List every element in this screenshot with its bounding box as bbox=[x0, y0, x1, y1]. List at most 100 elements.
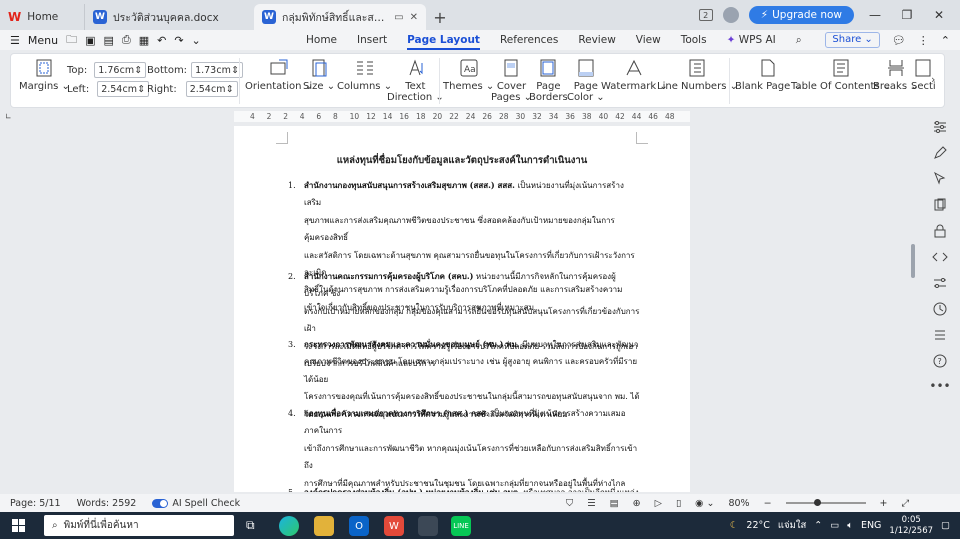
taskbar-search-input[interactable]: ⌕ พิมพ์ที่นี่เพื่อค้นหา bbox=[44, 515, 234, 536]
settings-sliders-icon[interactable] bbox=[932, 275, 948, 291]
menu-button[interactable]: Menu bbox=[28, 34, 58, 47]
size-button[interactable]: Size ⌄ bbox=[303, 57, 335, 92]
save-icon[interactable]: ▣ bbox=[85, 34, 95, 47]
read-mode-icon[interactable]: ▯ bbox=[676, 498, 681, 509]
themes-button[interactable]: Aa Themes ⌄ bbox=[443, 57, 494, 92]
ai-spell-check-toggle[interactable]: AI Spell Check bbox=[152, 498, 240, 509]
volume-icon[interactable]: 🔈︎ bbox=[847, 520, 853, 531]
list-icon[interactable] bbox=[932, 327, 948, 343]
tab-page-layout[interactable]: Page Layout bbox=[407, 30, 480, 50]
spinner-icon[interactable]: ⇕ bbox=[137, 84, 145, 95]
tab-home-ribbon[interactable]: Home bbox=[306, 30, 337, 50]
margins-button[interactable]: Margins ⌄ bbox=[19, 57, 70, 92]
new-tab-button[interactable]: + bbox=[426, 4, 454, 30]
spinner-icon[interactable]: ⇕ bbox=[231, 65, 239, 76]
vertical-scrollbar-thumb[interactable] bbox=[911, 244, 915, 278]
page-counter[interactable]: Page: 5/11 bbox=[10, 498, 61, 509]
history-icon[interactable] bbox=[932, 301, 948, 317]
hamburger-icon[interactable]: ☰ bbox=[10, 34, 20, 47]
word-count[interactable]: Words: 2592 bbox=[77, 498, 137, 509]
clock[interactable]: 0:05 1/12/2567 bbox=[889, 515, 933, 537]
close-window-icon[interactable]: ✕ bbox=[928, 8, 950, 22]
zoom-slider-thumb[interactable] bbox=[813, 499, 821, 506]
margin-top-input[interactable]: 1.76 cm ⇕ bbox=[94, 62, 147, 78]
weather-text[interactable]: แจ่มใส bbox=[778, 518, 806, 533]
tab-document-profile[interactable]: W ประวัติส่วนบุคคล.docx bbox=[84, 4, 254, 30]
ribbon-scroll-right-icon[interactable]: › bbox=[931, 73, 935, 86]
pen-icon[interactable] bbox=[932, 145, 948, 161]
print-layout-icon[interactable]: ▤ bbox=[610, 498, 619, 509]
tab-insert[interactable]: Insert bbox=[357, 30, 387, 50]
pages-icon[interactable] bbox=[932, 197, 948, 213]
more-icon[interactable]: ••• bbox=[929, 379, 950, 393]
tab-tools[interactable]: Tools bbox=[681, 30, 707, 50]
network-icon[interactable]: ▭ bbox=[830, 520, 839, 531]
tab-view[interactable]: View bbox=[636, 30, 661, 50]
file-explorer-icon[interactable] bbox=[314, 516, 334, 536]
cover-pages-button[interactable]: Cover Pages ⌄ bbox=[491, 57, 532, 103]
horizontal-ruler[interactable]: 4 2 2 4 6 8 10 12 14 16 18 20 22 24 26 28 30 32 34 36 38 40 42… bbox=[234, 111, 690, 122]
eye-icon[interactable]: ◉ ⌄ bbox=[695, 498, 714, 509]
outline-view-icon[interactable]: ☰ bbox=[587, 498, 596, 509]
minimize-icon[interactable]: — bbox=[864, 8, 886, 22]
tab-document-active[interactable]: W กลุ่มพิทักษ์สิทธิ์และสวัสดิการเพื่อ ▭ … bbox=[254, 4, 426, 30]
cursor-select-icon[interactable] bbox=[932, 171, 948, 187]
edge-browser-icon[interactable] bbox=[279, 516, 299, 536]
tab-review[interactable]: Review bbox=[578, 30, 615, 50]
line-numbers-button[interactable]: Line Numbers ⌄ bbox=[657, 57, 738, 92]
chevron-down-icon[interactable]: ⌄ bbox=[192, 34, 201, 47]
tab-home[interactable]: W Home bbox=[0, 4, 84, 30]
taskbar-app-icon[interactable] bbox=[418, 516, 438, 536]
zoom-out-icon[interactable]: − bbox=[764, 498, 772, 509]
page-borders-button[interactable]: Page Borders bbox=[529, 57, 568, 103]
lock-icon[interactable] bbox=[932, 223, 948, 239]
text-direction-button[interactable]: Text Direction ⌄ bbox=[387, 57, 444, 103]
wps-ai-button[interactable]: ✦ WPS AI bbox=[727, 30, 776, 50]
help-icon[interactable]: ? bbox=[932, 353, 948, 369]
document-page[interactable]: แหล่งทุนที่ชื่อมโยงกับข้อมูลและวัตถุประส… bbox=[234, 126, 690, 492]
sliders-icon[interactable] bbox=[932, 119, 948, 135]
margin-right-input[interactable]: 2.54 cm ⇕ bbox=[185, 81, 238, 97]
fit-page-icon[interactable]: ⤢ bbox=[902, 498, 910, 509]
web-layout-icon[interactable]: ⊕ bbox=[633, 498, 641, 509]
comment-icon[interactable]: 💬︎ bbox=[892, 34, 906, 47]
code-icon[interactable] bbox=[932, 249, 948, 265]
search-icon[interactable]: ⌕ bbox=[796, 30, 802, 50]
task-view-icon[interactable]: ⧉ bbox=[246, 518, 255, 533]
margin-left-input[interactable]: 2.54 cm ⇕ bbox=[97, 81, 150, 97]
upgrade-button[interactable]: ⚡ Upgrade now bbox=[748, 6, 854, 24]
zoom-slider[interactable] bbox=[785, 499, 866, 506]
share-button[interactable]: Share ⌄ bbox=[825, 32, 880, 48]
redo-icon[interactable]: ↷ bbox=[174, 34, 183, 47]
chevron-up-icon[interactable]: ⌃ bbox=[814, 520, 822, 531]
wps-office-icon[interactable]: W bbox=[384, 516, 404, 536]
open-folder-icon[interactable]: 🗀 bbox=[66, 31, 77, 50]
avatar[interactable] bbox=[722, 7, 739, 23]
windows-start-icon[interactable] bbox=[12, 519, 25, 532]
outlook-icon[interactable]: O bbox=[349, 516, 369, 536]
page-color-button[interactable]: Page Color ⌄ bbox=[567, 57, 605, 103]
monitor-icon[interactable]: ▭ bbox=[394, 12, 403, 23]
play-icon[interactable]: ▷ bbox=[655, 498, 662, 509]
notifications-icon[interactable]: ▢ bbox=[941, 520, 950, 531]
tab-references[interactable]: References bbox=[500, 30, 558, 50]
print-icon[interactable]: ⎙ bbox=[122, 33, 131, 47]
undo-icon[interactable]: ↶ bbox=[157, 34, 166, 47]
zoom-in-icon[interactable]: + bbox=[880, 498, 888, 509]
collapse-ribbon-icon[interactable]: ⌃ bbox=[941, 34, 950, 47]
temperature[interactable]: 22°C bbox=[746, 520, 769, 531]
margin-bottom-input[interactable]: 1.73 cm ⇕ bbox=[191, 62, 244, 78]
columns-button[interactable]: Columns ⌄ bbox=[337, 57, 392, 92]
more-icon[interactable]: ⋮ bbox=[918, 34, 929, 47]
spinner-icon[interactable]: ⇕ bbox=[226, 84, 234, 95]
print-preview-icon[interactable]: ▦ bbox=[139, 34, 149, 47]
spinner-icon[interactable]: ⇕ bbox=[134, 65, 142, 76]
close-tab-icon[interactable]: ✕ bbox=[410, 12, 418, 23]
notification-badge[interactable]: 2 bbox=[698, 9, 713, 21]
input-language[interactable]: ENG bbox=[861, 520, 881, 531]
export-pdf-icon[interactable]: ▤ bbox=[103, 34, 113, 47]
tab-stop-icon[interactable]: ∟ bbox=[5, 112, 12, 121]
protect-icon[interactable]: ⛉ bbox=[566, 498, 573, 509]
line-app-icon[interactable]: LINE bbox=[451, 516, 471, 536]
restore-icon[interactable]: ❐ bbox=[896, 8, 918, 22]
